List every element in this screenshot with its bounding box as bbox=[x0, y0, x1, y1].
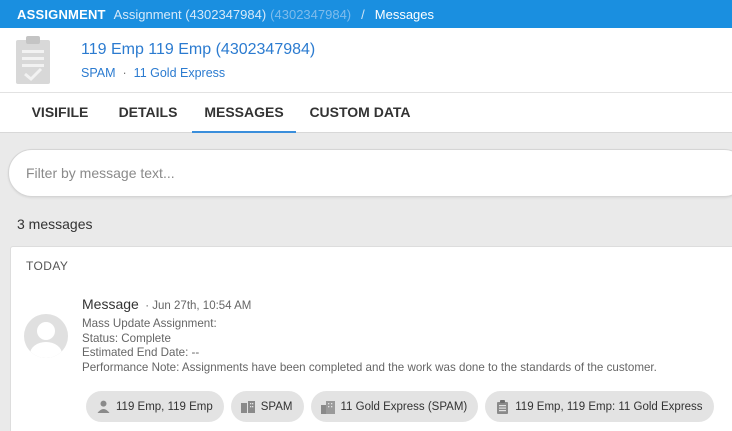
breadcrumb-assignment[interactable]: Assignment (4302347984) bbox=[114, 7, 267, 22]
chip-company[interactable]: SPAM bbox=[230, 391, 304, 422]
chip-assignment[interactable]: 119 Emp, 119 Emp: 11 Gold Express bbox=[485, 391, 714, 422]
building-icon bbox=[240, 400, 255, 414]
message-count: 3 messages bbox=[17, 216, 93, 232]
message-timestamp: · Jun 27th, 10:54 AM bbox=[145, 300, 252, 312]
assignment-header: 119 Emp 119 Emp (4302347984) SPAM · 11 Gol… bbox=[0, 28, 732, 92]
message-line: Estimated End Date: -- bbox=[82, 346, 200, 360]
breadcrumb-separator: / bbox=[361, 6, 365, 22]
chip-label: 119 Emp, 119 Emp: 11 Gold Express bbox=[515, 400, 703, 413]
breadcrumb-current: Messages bbox=[374, 6, 435, 22]
company-link[interactable]: SPAM bbox=[81, 66, 116, 80]
message-line: Mass Update Assignment: bbox=[82, 317, 217, 330]
tab-details[interactable]: DETAILS bbox=[107, 93, 189, 133]
chip-worker[interactable]: 119 Emp, 119 Emp bbox=[86, 391, 224, 422]
day-label: TODAY bbox=[26, 259, 69, 273]
message-group-card: TODAY Message · Jun 27th, 10:54 AM Mass … bbox=[10, 246, 732, 431]
breadcrumb-assignment-id: (4302347984) bbox=[270, 6, 352, 22]
assignment-title[interactable]: 119 Emp 119 Emp (4302347984) bbox=[81, 41, 315, 59]
tab-messages[interactable]: MESSAGES bbox=[192, 93, 296, 133]
breadcrumb: ASSIGNMENT Assignment (4302347984) (4302… bbox=[0, 0, 732, 28]
tab-bar: VISIFILE DETAILS MESSAGES CUSTOM DATA bbox=[0, 92, 732, 133]
clipboard-check-icon bbox=[16, 36, 50, 84]
tab-custom-data[interactable]: CUSTOM DATA bbox=[300, 93, 420, 133]
chip-label: SPAM bbox=[260, 400, 293, 413]
chip-label: 11 Gold Express (SPAM) bbox=[340, 400, 468, 413]
tab-visifile[interactable]: VISIFILE bbox=[17, 93, 103, 133]
message-body: Mass Update Assignment: Status: Complete… bbox=[82, 317, 657, 376]
subtitle-separator: · bbox=[122, 66, 127, 80]
chip-label: 119 Emp, 119 Emp bbox=[116, 400, 213, 413]
vendor-link[interactable]: 11 Gold Express bbox=[134, 66, 225, 80]
breadcrumb-root[interactable]: ASSIGNMENT bbox=[17, 7, 106, 22]
assignment-subtitle: SPAM · 11 Gold Express bbox=[81, 66, 225, 80]
clipboard-icon bbox=[495, 399, 509, 414]
message-line: Performance Note: Assignments have been … bbox=[82, 361, 657, 375]
message-header: Message · Jun 27th, 10:54 AM bbox=[82, 296, 251, 314]
message-filter-input[interactable] bbox=[8, 149, 732, 197]
chip-vendor[interactable]: 11 Gold Express (SPAM) bbox=[310, 391, 479, 422]
message-line: Status: Complete bbox=[82, 331, 171, 345]
person-icon bbox=[96, 400, 110, 414]
user-silhouette-icon bbox=[30, 322, 62, 358]
avatar bbox=[24, 314, 68, 358]
buildings-icon bbox=[320, 400, 335, 414]
message-context-chips: 119 Emp, 119 Emp SPAM 11 Gold Express (S… bbox=[86, 391, 721, 422]
message-title: Message bbox=[82, 296, 139, 312]
